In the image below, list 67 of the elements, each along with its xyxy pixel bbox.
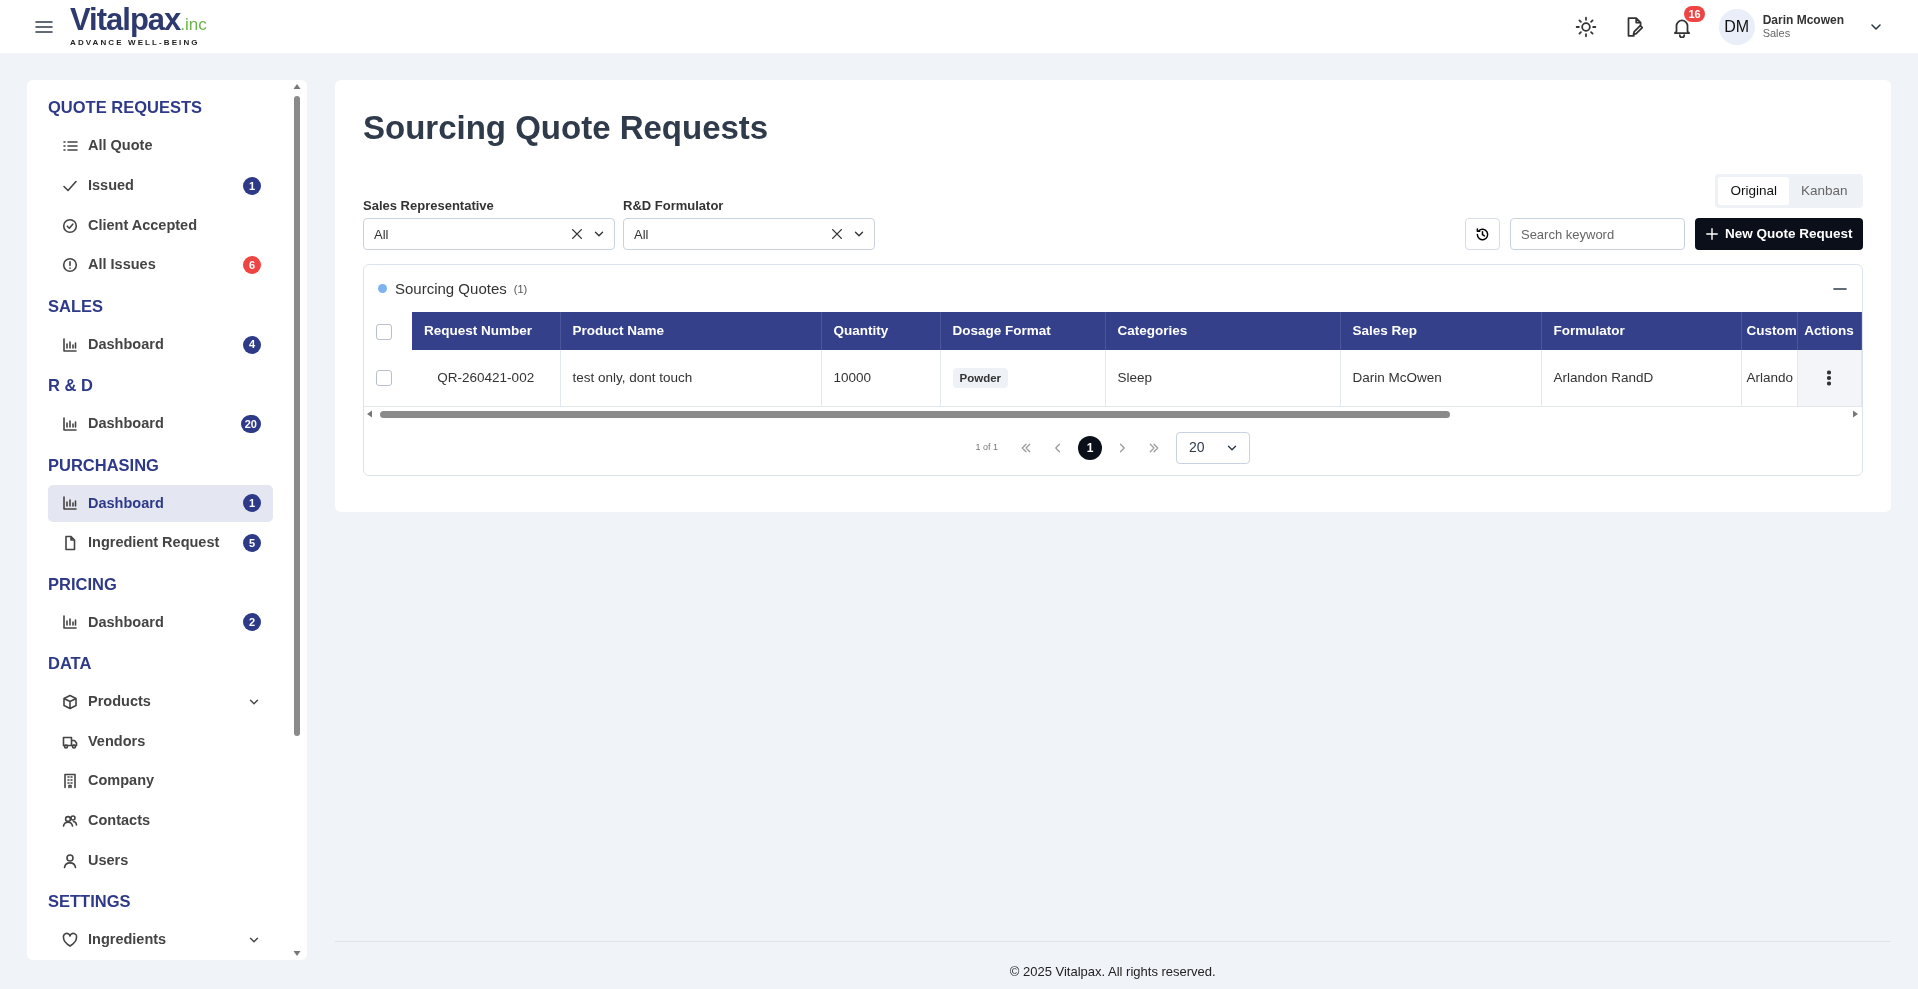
sidebar-item[interactable]: Company	[48, 762, 273, 800]
filter-label: R&D Formulator	[623, 196, 725, 215]
table-title: Sourcing Quotes	[395, 278, 507, 299]
section-title: DATA	[48, 653, 93, 675]
count-badge: 5	[243, 534, 261, 553]
user-avatar[interactable]: DM	[1718, 8, 1755, 45]
section-title: PURCHASING	[48, 454, 160, 476]
sidebar-item[interactable]: Contacts	[48, 802, 273, 840]
user-name: Darin Mcowen	[1762, 14, 1844, 27]
count-badge: 6	[243, 256, 261, 275]
column-header[interactable]: Sales Rep	[1340, 312, 1541, 351]
filter-label: Sales Representative	[363, 196, 495, 215]
section-title: SETTINGS	[48, 891, 132, 913]
sidebar-item[interactable]: Dashboard 4	[48, 326, 273, 364]
page-number[interactable]: 1	[1078, 435, 1102, 460]
select-field[interactable]: All	[363, 218, 615, 251]
column-header[interactable]: Dosage Format	[940, 312, 1105, 351]
column-header[interactable]: Quantity	[821, 312, 940, 351]
count-badge: 20	[240, 415, 261, 433]
section-title: PRICING	[48, 573, 118, 595]
sidebar-item[interactable]: Issued 1	[48, 167, 273, 205]
column-header[interactable]: Request Number	[412, 312, 560, 351]
sidebar-item[interactable]: Products	[48, 683, 273, 721]
sidebar-item[interactable]: Dashboard 20	[48, 405, 273, 443]
sidebar-item[interactable]: Dashboard 2	[48, 603, 273, 641]
column-header[interactable]: Categories	[1105, 312, 1340, 351]
notification-count: 16	[1684, 5, 1705, 22]
view-tab[interactable]: Kanban	[1788, 177, 1860, 206]
section-title: QUOTE REQUESTS	[48, 97, 204, 119]
section-title: R & D	[48, 375, 94, 397]
table-cell: QR-260421-002	[412, 350, 560, 407]
sidebar-item[interactable]: Ingredient Request 5	[48, 524, 273, 562]
count-badge: 1	[243, 494, 261, 513]
column-header[interactable]: Custom	[1741, 312, 1797, 351]
table-cell: Darin McOwen	[1340, 350, 1541, 407]
view-tab[interactable]: Original	[1718, 177, 1789, 206]
footer-text: © 2025 Vitalpax. All rights reserved.	[335, 941, 1891, 989]
column-header[interactable]: Actions	[1797, 312, 1861, 351]
logo-wordmark: Vitalpax.inc	[70, 6, 207, 38]
sidebar-item[interactable]: Client Accepted	[48, 207, 273, 245]
table-cell: test only, dont touch	[560, 350, 821, 407]
sidebar-item[interactable]: Dashboard 1	[48, 484, 273, 522]
user-role: Sales	[1762, 27, 1792, 39]
page-title: Sourcing Quote Requests	[363, 108, 770, 148]
count-badge: 1	[243, 176, 261, 195]
table-count: (1)	[513, 281, 528, 297]
select-field[interactable]: All	[623, 218, 875, 251]
count-badge: 2	[243, 613, 261, 632]
column-header[interactable]: Formulator	[1541, 312, 1741, 351]
sidebar-item[interactable]: All Issues 6	[48, 246, 273, 284]
table-cell: 10000	[821, 350, 940, 407]
count-badge: 4	[243, 335, 261, 354]
column-header[interactable]: Product Name	[560, 312, 821, 351]
page-size-select[interactable]: 20	[1176, 431, 1250, 464]
search-field[interactable]: Search keyword	[1509, 218, 1685, 251]
new-quote-button[interactable]: New Quote Request	[1694, 218, 1863, 251]
table-cell: Sleep	[1105, 350, 1340, 407]
section-title: SALES	[48, 295, 104, 317]
format-tag: Powder	[952, 367, 1009, 388]
page-summary: 1 of 1	[975, 441, 998, 454]
table-cell: Arlando	[1741, 350, 1797, 407]
sidebar-item[interactable]: Vendors	[48, 723, 273, 760]
sidebar-item[interactable]: Users	[48, 842, 273, 880]
sidebar-item[interactable]: Ingredients	[48, 921, 273, 959]
sidebar-item[interactable]: All Quote	[48, 127, 273, 165]
table-cell: Arlandon RandD	[1541, 350, 1741, 407]
logo-tagline: ADVANCE WELL-BEING	[70, 37, 201, 47]
